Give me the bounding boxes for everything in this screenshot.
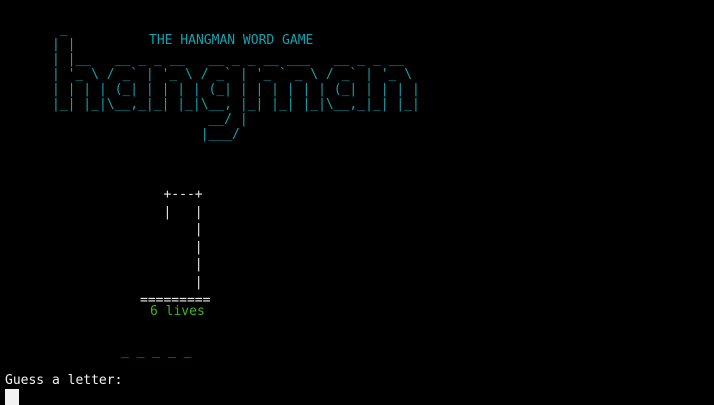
terminal-cursor[interactable] <box>5 389 19 405</box>
gallows-drawing: +---+ | | | | | | ========= <box>140 187 211 308</box>
game-title: THE HANGMAN WORD GAME <box>149 33 314 48</box>
guess-prompt: Guess a letter: <box>5 373 123 388</box>
lives-counter: 6 lives <box>150 304 205 319</box>
word-blanks: _ _ _ _ _ <box>121 344 192 359</box>
